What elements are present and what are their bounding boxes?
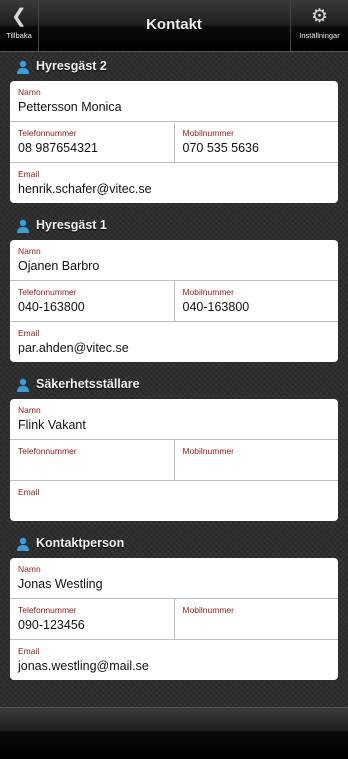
phone-field[interactable]: Telefonnummer [10, 440, 174, 480]
section-title: Hyresgäst 1 [36, 218, 107, 232]
gear-icon: ⚙ [310, 6, 329, 27]
back-label: Tillbaka [6, 31, 32, 40]
back-button[interactable]: ❮ Tillbaka [0, 0, 39, 51]
person-icon [17, 537, 29, 551]
mobile-label: Mobilnummer [182, 128, 235, 138]
contact-card: Namn Pettersson Monica Telefonnummer 08 … [10, 81, 338, 203]
name-value: Pettersson Monica [18, 100, 122, 114]
contact-card: Namn Ojanen Barbro Telefonnummer 040-163… [10, 240, 338, 362]
email-value: par.ahden@vitec.se [18, 341, 129, 355]
top-toolbar: ❮ Tillbaka Kontakt ⚙ Inställningar [0, 0, 348, 52]
contact-section-kontaktperson: Kontaktperson Namn Jonas Westling Telefo… [10, 530, 338, 680]
mobile-label: Mobilnummer [182, 287, 235, 297]
name-field: Namn Jonas Westling [10, 558, 338, 598]
email-label: Email [18, 169, 40, 179]
name-field: Namn Flink Vakant [10, 399, 338, 439]
person-icon [17, 378, 29, 392]
mobile-field[interactable]: Mobilnummer 040-163800 [173, 281, 339, 321]
phone-field[interactable]: Telefonnummer 090-123456 [10, 599, 174, 639]
name-label: Namn [18, 405, 41, 415]
email-label: Email [18, 646, 40, 656]
email-field[interactable]: Email par.ahden@vitec.se [10, 322, 338, 362]
name-value: Ojanen Barbro [18, 259, 100, 273]
name-value: Jonas Westling [18, 577, 103, 591]
phone-label: Telefonnummer [18, 128, 77, 138]
phone-field[interactable]: Telefonnummer 040-163800 [10, 281, 174, 321]
name-field: Namn Ojanen Barbro [10, 240, 338, 280]
mobile-label: Mobilnummer [182, 446, 235, 456]
email-field[interactable]: Email jonas.westling@mail.se [10, 640, 338, 680]
email-label: Email [18, 487, 40, 497]
section-title: Kontaktperson [36, 536, 125, 550]
section-header: Hyresgäst 2 [10, 53, 338, 81]
contact-card: Namn Flink Vakant Telefonnummer Mobilnum… [10, 399, 338, 521]
email-value: henrik.schafer@vitec.se [18, 182, 152, 196]
name-label: Namn [18, 87, 41, 97]
mobile-label: Mobilnummer [182, 605, 235, 615]
email-field[interactable]: Email [10, 481, 338, 521]
contact-section-hyresgast-2: Hyresgäst 2 Namn Pettersson Monica Telef… [10, 53, 338, 203]
phone-label: Telefonnummer [18, 446, 77, 456]
mobile-value: 070 535 5636 [182, 141, 259, 155]
phone-value: 090-123456 [18, 618, 85, 632]
section-title: Hyresgäst 2 [36, 59, 107, 73]
contact-section-hyresgast-1: Hyresgäst 1 Namn Ojanen Barbro Telefonnu… [10, 212, 338, 362]
bottom-toolbar [0, 707, 348, 759]
section-header: Kontaktperson [10, 530, 338, 558]
section-title: Säkerhetsställare [36, 377, 140, 391]
phone-value: 08 987654321 [18, 141, 98, 155]
settings-label: Inställningar [299, 31, 340, 40]
name-field: Namn Pettersson Monica [10, 81, 338, 121]
mobile-value: 040-163800 [182, 300, 250, 314]
email-label: Email [18, 328, 40, 338]
chevron-left-icon: ❮ [11, 6, 27, 27]
section-header: Säkerhetsställare [10, 371, 338, 399]
email-field[interactable]: Email henrik.schafer@vitec.se [10, 163, 338, 203]
phone-label: Telefonnummer [18, 287, 77, 297]
phone-label: Telefonnummer [18, 605, 77, 615]
phone-value: 040-163800 [18, 300, 85, 314]
contact-section-sakerhetsstallare: Säkerhetsställare Namn Flink Vakant Tele… [10, 371, 338, 521]
person-icon [17, 219, 29, 233]
mobile-field[interactable]: Mobilnummer [173, 599, 339, 639]
name-label: Namn [18, 246, 41, 256]
mobile-field[interactable]: Mobilnummer [173, 440, 339, 480]
page-title: Kontakt [146, 16, 202, 33]
section-header: Hyresgäst 1 [10, 212, 338, 240]
name-value: Flink Vakant [18, 418, 86, 432]
settings-button[interactable]: ⚙ Inställningar [290, 0, 348, 51]
name-label: Namn [18, 564, 41, 574]
mobile-field[interactable]: Mobilnummer 070 535 5636 [173, 122, 339, 162]
phone-field[interactable]: Telefonnummer 08 987654321 [10, 122, 174, 162]
email-value: jonas.westling@mail.se [18, 659, 149, 673]
person-icon [17, 60, 29, 74]
contact-card: Namn Jonas Westling Telefonnummer 090-12… [10, 558, 338, 680]
